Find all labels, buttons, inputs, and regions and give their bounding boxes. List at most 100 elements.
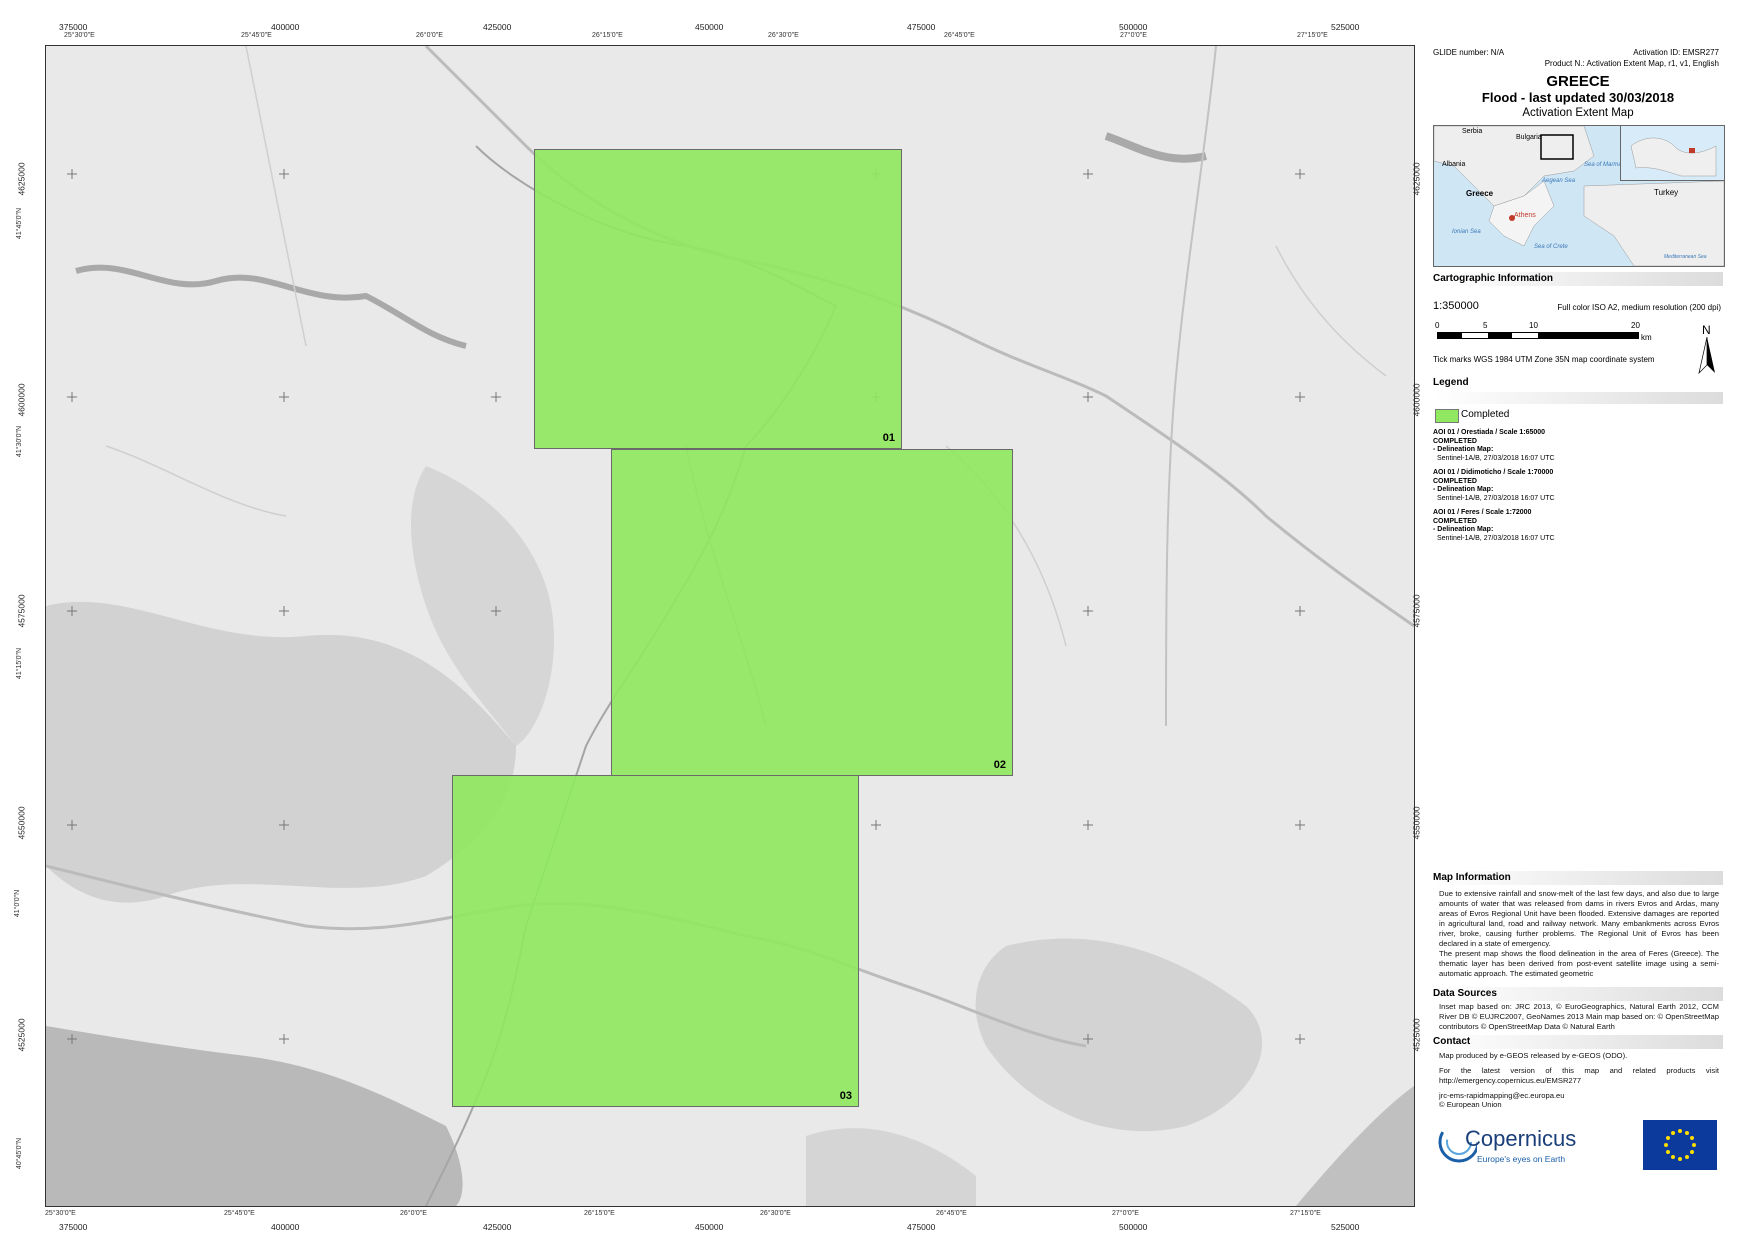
x-tick-geo-bottom: 27°0'0"E bbox=[1112, 1210, 1139, 1217]
aoi-entry-status: COMPLETED bbox=[1433, 517, 1477, 525]
event-title: Flood - last updated 30/03/2018 bbox=[1481, 90, 1675, 105]
inset-label-turkey: Turkey bbox=[1654, 188, 1679, 197]
x-tick-utm-top: 500000 bbox=[1119, 22, 1148, 32]
y-tick-geo-left: 41°15'0"N bbox=[16, 647, 24, 680]
north-label: N bbox=[1702, 323, 1711, 337]
x-tick-utm-bottom: 500000 bbox=[1119, 1222, 1148, 1232]
y-tick-utm-right: 4600000 bbox=[1411, 383, 1422, 417]
y-tick-geo-left: 41°45'0"N bbox=[16, 207, 24, 240]
x-tick-geo-top: 26°45'0"E bbox=[944, 32, 975, 39]
print-info: Full color ISO A2, medium resolution (20… bbox=[1557, 303, 1721, 312]
inset-map: Serbia Bulgaria Albania Greece Athens Tu… bbox=[1433, 125, 1725, 267]
data-sources-title: Data Sources bbox=[1433, 988, 1497, 999]
y-tick-utm-right: 4625000 bbox=[1411, 162, 1422, 196]
inset-label-albania: Albania bbox=[1442, 161, 1466, 168]
aoi-list: AOI 01 / Orestiada / Scale 1:65000 COMPL… bbox=[1433, 429, 1723, 543]
aoi-entry-title: AOI 01 / Feres / Scale 1:72000 bbox=[1433, 509, 1532, 516]
info-panel: GLIDE number: N/A Activation ID: EMSR277… bbox=[1433, 45, 1725, 1205]
x-tick-utm-bottom: 425000 bbox=[483, 1222, 512, 1232]
x-tick-geo-top: 25°45'0"E bbox=[241, 32, 272, 39]
inset-label-med: Mediterranean Sea bbox=[1664, 254, 1707, 260]
legend-item-label: Completed bbox=[1461, 409, 1510, 420]
x-tick-geo-bottom: 25°30'0"E bbox=[45, 1210, 76, 1217]
x-tick-utm-top: 475000 bbox=[907, 22, 936, 32]
inset-label-bulgaria: Bulgaria bbox=[1516, 134, 1542, 141]
aoi-entry: AOI 01 / Feres / Scale 1:72000 COMPLETED… bbox=[1433, 509, 1723, 543]
x-tick-geo-bottom: 26°15'0"E bbox=[584, 1210, 615, 1217]
contact-section-bar bbox=[1433, 1035, 1723, 1049]
aoi-03-feres[interactable]: 03 bbox=[452, 775, 859, 1107]
activation-id: Activation ID: EMSR277 bbox=[1633, 48, 1719, 57]
x-tick-geo-top: 26°30'0"E bbox=[768, 32, 799, 39]
x-tick-geo-top: 27°0'0"E bbox=[1120, 32, 1147, 39]
country-title: GREECE bbox=[1546, 73, 1610, 90]
aoi-entry-source: Sentinel-1A/B, 27/03/2018 16:07 UTC bbox=[1437, 494, 1555, 502]
x-tick-utm-top: 450000 bbox=[695, 22, 724, 32]
y-tick-geo-left: 41°0'0"N bbox=[14, 889, 22, 918]
map-info-title: Map Information bbox=[1433, 872, 1511, 883]
aoi-02-label: 02 bbox=[993, 759, 1006, 771]
x-tick-geo-bottom: 25°45'0"E bbox=[224, 1210, 255, 1217]
scale-bar-unit: km bbox=[1641, 333, 1652, 342]
x-tick-geo-top: 27°15'0"E bbox=[1297, 32, 1328, 39]
aoi-entry-delin: - Delineation Map: bbox=[1433, 486, 1494, 493]
map-type-title: Activation Extent Map bbox=[1522, 107, 1634, 119]
map-info-paragraph-1: Due to extensive rainfall and snow-melt … bbox=[1439, 889, 1719, 948]
contact-copyright: © European Union bbox=[1439, 1100, 1502, 1109]
x-tick-utm-top: 400000 bbox=[271, 22, 300, 32]
aoi-01-label: 01 bbox=[882, 432, 895, 444]
copernicus-logo-text: Copernicus bbox=[1465, 1126, 1577, 1151]
copernicus-logo-tagline: Europe's eyes on Earth bbox=[1477, 1154, 1566, 1164]
north-arrow: N bbox=[1697, 323, 1717, 375]
legend-title: Legend bbox=[1433, 377, 1469, 388]
aoi-entry-title: AOI 01 / Didimoticho / Scale 1:70000 bbox=[1433, 469, 1554, 476]
scale-bar bbox=[1437, 332, 1639, 339]
x-tick-utm-top: 375000 bbox=[59, 22, 88, 32]
y-tick-utm-right: 4550000 bbox=[1411, 806, 1422, 840]
aoi-02-didimoticho[interactable]: 02 bbox=[611, 449, 1013, 776]
x-tick-geo-bottom: 26°30'0"E bbox=[760, 1210, 791, 1217]
aoi-entry-source: Sentinel-1A/B, 27/03/2018 16:07 UTC bbox=[1437, 454, 1555, 462]
x-tick-geo-bottom: 27°15'0"E bbox=[1290, 1210, 1321, 1217]
contact-title: Contact bbox=[1433, 1036, 1471, 1047]
copernicus-logo: Copernicus Europe's eyes on Earth bbox=[1437, 1120, 1587, 1175]
x-tick-utm-top: 525000 bbox=[1331, 22, 1360, 32]
y-tick-utm-right: 4575000 bbox=[1411, 594, 1422, 628]
main-map[interactable]: 01 02 03 bbox=[45, 45, 1415, 1207]
y-tick-utm-right: 4525000 bbox=[1411, 1018, 1422, 1052]
y-tick-utm-left: 4575000 bbox=[16, 594, 27, 628]
x-tick-geo-top: 26°0'0"E bbox=[416, 32, 443, 39]
inset-label-serbia: Serbia bbox=[1462, 128, 1483, 135]
scale-bar-label-10: 10 bbox=[1529, 321, 1538, 330]
data-sources-text: Inset map based on: JRC 2013, © EuroGeog… bbox=[1439, 1002, 1719, 1031]
inset-label-ionian: Ionian Sea bbox=[1452, 229, 1481, 235]
x-tick-geo-top: 25°30'0"E bbox=[64, 32, 95, 39]
inset-label-crete: Sea of Crete bbox=[1534, 244, 1568, 250]
scale-bar-label-0: 0 bbox=[1435, 321, 1440, 330]
aoi-entry-delin: - Delineation Map: bbox=[1433, 526, 1494, 533]
y-tick-utm-left: 4525000 bbox=[16, 1018, 27, 1052]
scale-bar-label-5: 5 bbox=[1483, 321, 1488, 330]
scale-text: 1:350000 bbox=[1433, 300, 1479, 312]
scale-bar-label-20: 20 bbox=[1631, 321, 1640, 330]
aoi-entry-title: AOI 01 / Orestiada / Scale 1:65000 bbox=[1433, 429, 1546, 436]
x-tick-geo-bottom: 26°45'0"E bbox=[936, 1210, 967, 1217]
x-tick-utm-bottom: 475000 bbox=[907, 1222, 936, 1232]
y-tick-geo-left: 40°45'0"N bbox=[16, 1137, 24, 1170]
glide-number: GLIDE number: N/A bbox=[1433, 48, 1505, 57]
aoi-03-label: 03 bbox=[839, 1090, 852, 1102]
x-tick-geo-top: 26°15'0"E bbox=[592, 32, 623, 39]
grid-note: Tick marks WGS 1984 UTM Zone 35N map coo… bbox=[1433, 355, 1655, 364]
aoi-01-orestiada[interactable]: 01 bbox=[534, 149, 902, 449]
carto-title: Cartographic Information bbox=[1433, 273, 1554, 284]
product-number: Product N.: Activation Extent Map, r1, v… bbox=[1544, 59, 1719, 68]
inset-label-aegean: Aegean Sea bbox=[1542, 178, 1576, 184]
aoi-entry-source: Sentinel-1A/B, 27/03/2018 16:07 UTC bbox=[1437, 534, 1555, 542]
contact-latest-version: For the latest version of this map and r… bbox=[1439, 1066, 1719, 1085]
y-tick-geo-left: 41°30'0"N bbox=[16, 425, 24, 458]
y-tick-utm-left: 4550000 bbox=[16, 806, 27, 840]
inset-globe bbox=[1620, 126, 1724, 181]
eu-flag-logo bbox=[1643, 1120, 1717, 1170]
eu-stars-icon bbox=[1664, 1129, 1696, 1161]
x-tick-utm-bottom: 525000 bbox=[1331, 1222, 1360, 1232]
